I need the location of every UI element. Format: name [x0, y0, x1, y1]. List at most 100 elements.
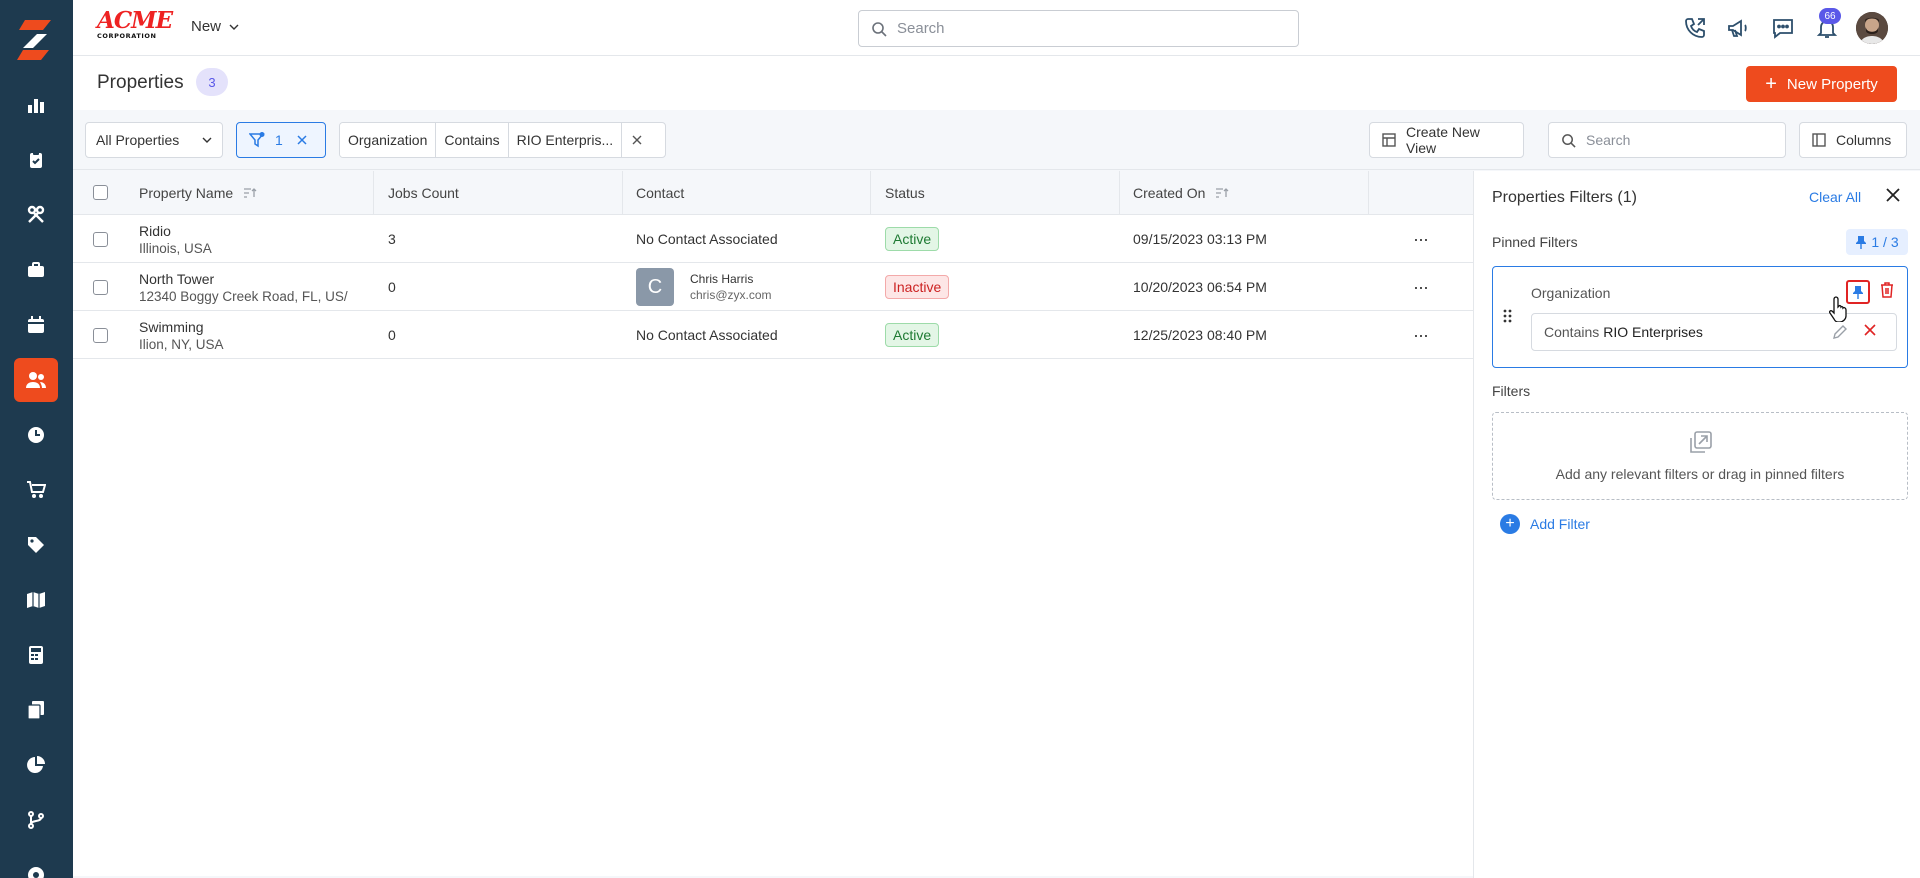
created-on-cell: 10/20/2023 06:54 PM [1133, 279, 1267, 295]
plus-circle-icon: + [1500, 514, 1520, 534]
property-name[interactable]: Ridio [139, 223, 369, 239]
sort-icon[interactable] [243, 187, 257, 199]
notification-count-badge: 66 [1819, 8, 1841, 24]
sidebar-item-map[interactable] [14, 578, 58, 622]
cart-icon [26, 480, 46, 500]
create-new-view-button[interactable]: Create New View [1369, 122, 1524, 158]
contact-cell: No Contact Associated [636, 231, 778, 247]
status-badge: Inactive [885, 275, 950, 299]
global-search-input[interactable]: Search [858, 10, 1299, 47]
columns-icon [1812, 133, 1826, 147]
sidebar-item-services[interactable] [14, 193, 58, 237]
filter-value-text: RIO Enterprises [1603, 324, 1703, 340]
sidebar-item-reports[interactable] [14, 83, 58, 127]
contact-name[interactable]: Chris Harris [690, 272, 772, 286]
sort-icon[interactable] [1215, 187, 1229, 199]
row-actions-button[interactable]: ··· [1413, 215, 1429, 263]
branch-icon [26, 810, 46, 830]
filter-drop-zone[interactable]: Add any relevant filters or drag in pinn… [1492, 412, 1908, 500]
row-checkbox[interactable] [93, 215, 108, 263]
new-property-label: New Property [1786, 75, 1878, 93]
contact-avatar: C [636, 268, 674, 306]
column-divider [870, 171, 871, 215]
row-actions-button[interactable]: ··· [1413, 263, 1429, 311]
created-on-cell: 12/25/2023 08:40 PM [1133, 327, 1267, 343]
table-row[interactable]: Swimming Ilion, NY, USA 0 No Contact Ass… [73, 311, 1473, 359]
clear-all-link[interactable]: Clear All [1809, 189, 1861, 205]
property-name[interactable]: North Tower [139, 271, 364, 287]
more-horizontal-icon: ··· [1413, 228, 1429, 249]
row-checkbox[interactable] [93, 311, 108, 359]
close-panel-icon[interactable] [1886, 188, 1900, 202]
contact-cell[interactable]: C Chris Harris chris@zyx.com [636, 263, 772, 311]
sidebar-item-tasks[interactable] [14, 138, 58, 182]
company-logo[interactable]: ACME CORPORATION [97, 9, 173, 42]
column-header-contact[interactable]: Contact [636, 171, 685, 215]
drag-handle-icon[interactable] [1503, 309, 1513, 323]
table-row[interactable]: North Tower 12340 Boggy Creek Road, FL, … [73, 263, 1473, 311]
more-horizontal-icon: ··· [1413, 276, 1429, 297]
sidebar-item-customers[interactable] [14, 358, 58, 402]
filter-toggle-button[interactable]: 1 [236, 122, 326, 158]
close-icon[interactable] [297, 135, 307, 145]
close-icon[interactable] [622, 135, 652, 145]
contact-email[interactable]: chris@zyx.com [690, 288, 772, 302]
sidebar-item-documents[interactable] [14, 688, 58, 732]
sidebar-item-estimates[interactable] [14, 633, 58, 677]
table-search-input[interactable]: Search [1548, 122, 1786, 158]
remove-value-icon[interactable] [1864, 324, 1876, 336]
tools-icon [26, 205, 46, 225]
clipboard-icon [26, 150, 46, 170]
hand-cursor-icon [1829, 296, 1851, 322]
add-filter-label: Add Filter [1530, 516, 1590, 532]
column-header-created-on[interactable]: Created On [1133, 171, 1230, 215]
add-filter-button[interactable]: + Add Filter [1500, 514, 1590, 534]
phone-icon[interactable] [1681, 14, 1709, 42]
select-all-checkbox[interactable] [93, 171, 108, 215]
contact-cell: No Contact Associated [636, 327, 778, 343]
column-divider [1368, 171, 1369, 215]
sidebar-item-calendar[interactable] [14, 303, 58, 347]
sidebar-item-settings[interactable] [14, 853, 58, 878]
delete-filter-icon[interactable] [1880, 282, 1894, 298]
row-checkbox[interactable] [93, 263, 108, 311]
active-filter-chip[interactable]: Organization Contains RIO Enterpris... [339, 122, 666, 158]
property-cell[interactable]: North Tower 12340 Boggy Creek Road, FL, … [139, 263, 364, 311]
megaphone-icon[interactable] [1724, 14, 1752, 42]
more-horizontal-icon: ··· [1413, 324, 1429, 345]
property-cell[interactable]: Ridio Illinois, USA [139, 215, 369, 263]
sidebar-item-analytics[interactable] [14, 743, 58, 787]
sidebar-item-timesheets[interactable] [14, 413, 58, 457]
property-cell[interactable]: Swimming Ilion, NY, USA [139, 311, 369, 359]
row-actions-button[interactable]: ··· [1413, 311, 1429, 359]
drop-hint-text: Add any relevant filters or drag in pinn… [1555, 466, 1845, 482]
sidebar-item-workflows[interactable] [14, 798, 58, 842]
table-row[interactable]: Ridio Illinois, USA 3 No Contact Associa… [73, 215, 1473, 263]
columns-label: Columns [1836, 132, 1892, 148]
column-header-status[interactable]: Status [885, 171, 925, 215]
view-select[interactable]: All Properties [85, 122, 223, 158]
jobs-count-cell: 3 [388, 231, 396, 247]
filters-panel-title: Properties Filters (1) [1492, 189, 1637, 206]
search-icon [871, 21, 887, 37]
new-property-button[interactable]: + New Property [1746, 66, 1897, 102]
property-name[interactable]: Swimming [139, 319, 369, 335]
clock-icon [26, 425, 46, 445]
column-header-jobs-count[interactable]: Jobs Count [388, 171, 459, 215]
properties-count-badge: 3 [196, 68, 228, 96]
user-avatar[interactable] [1856, 12, 1888, 44]
sidebar-item-jobs[interactable] [14, 248, 58, 292]
sidebar-item-store[interactable] [14, 468, 58, 512]
new-menu-button[interactable]: New [191, 18, 239, 35]
jobs-count-cell: 0 [388, 327, 396, 343]
app-logo-icon[interactable] [15, 18, 57, 62]
briefcase-icon [26, 260, 46, 280]
filter-operator-text: Contains [1544, 324, 1600, 340]
status-cell: Active [885, 215, 940, 263]
column-header-property-name[interactable]: Property Name [139, 171, 258, 215]
chat-icon[interactable] [1769, 14, 1797, 42]
jobs-count-header-label: Jobs Count [388, 184, 459, 201]
pencil-icon[interactable] [1832, 324, 1848, 340]
columns-button[interactable]: Columns [1799, 122, 1907, 158]
sidebar-item-pricing[interactable] [14, 523, 58, 567]
